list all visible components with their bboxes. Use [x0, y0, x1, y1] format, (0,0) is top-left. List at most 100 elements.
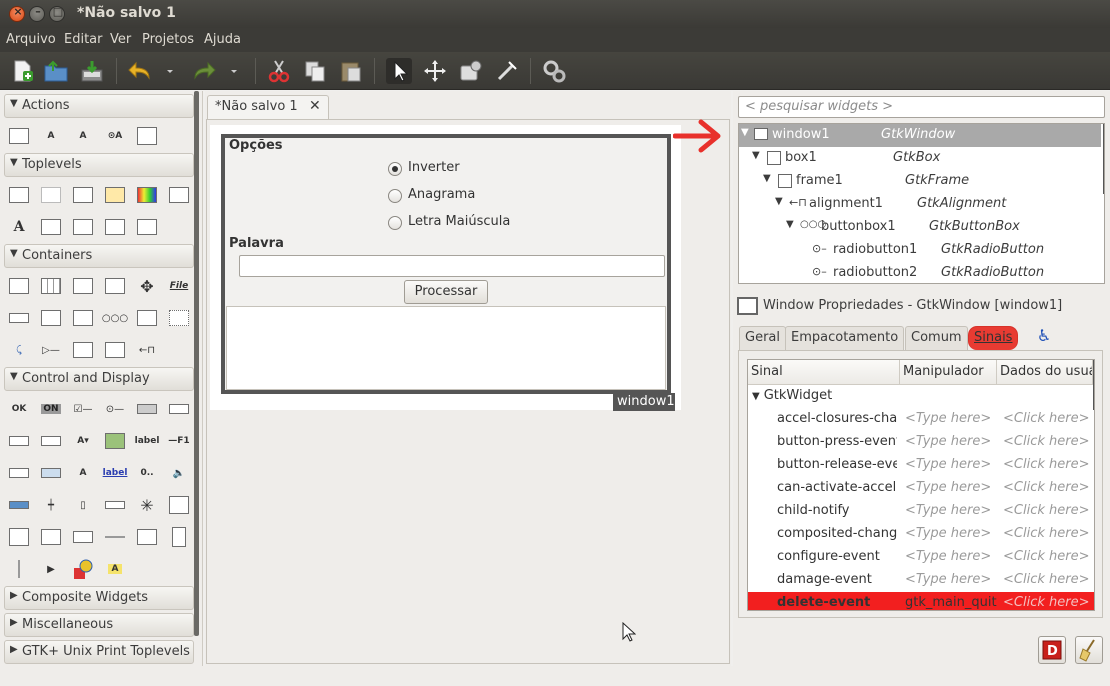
calendar-icon[interactable] [71, 526, 95, 548]
radio-anagrama[interactable] [388, 189, 402, 203]
signal-handler-field[interactable]: <Type here> [905, 434, 991, 449]
new-file-icon[interactable] [9, 58, 35, 84]
tree-scrollbar[interactable] [1103, 124, 1104, 194]
volume-button-icon[interactable]: 🔈 [167, 462, 191, 484]
palette-scrollbar[interactable] [194, 91, 199, 636]
color-button-icon[interactable]: A [71, 462, 95, 484]
expander-open-icon[interactable]: ▼ [763, 173, 771, 184]
tree-row[interactable]: ▼ ←⊓ alignment1 GtkAlignment [739, 193, 1101, 216]
signal-row[interactable]: composited-changed <Type here> <Click he… [748, 523, 1094, 546]
close-window-button[interactable]: × [9, 5, 25, 22]
palette-section-control-display[interactable]: ▼ Control and Display [4, 367, 194, 391]
signal-data-field[interactable]: <Click here> [1003, 526, 1089, 541]
signal-handler-field[interactable]: <Type here> [905, 480, 991, 495]
signal-row[interactable]: damage-event <Type here> <Click here> [748, 569, 1094, 592]
assistant-icon[interactable] [135, 216, 159, 238]
document-tab[interactable]: *Não salvo 1 ✕ [207, 95, 329, 119]
arrow-icon[interactable]: ▶ [39, 558, 63, 580]
vertical-scale-icon[interactable]: ┿ [39, 494, 63, 516]
tab-geral[interactable]: Geral [739, 326, 786, 350]
signal-handler-field[interactable]: <Type here> [905, 503, 991, 518]
window-icon[interactable] [7, 184, 31, 206]
fixed-icon[interactable]: ✥ [135, 275, 159, 297]
toggle-button-icon[interactable]: ON [39, 398, 63, 420]
debug-button[interactable]: D [1038, 636, 1066, 664]
radio-inverter[interactable] [388, 162, 402, 176]
combo-box-icon[interactable] [7, 430, 31, 452]
signal-handler-field[interactable]: <Type here> [905, 526, 991, 541]
open-folder-icon[interactable] [43, 58, 69, 84]
icon-view-icon[interactable] [39, 526, 63, 548]
tree-row[interactable]: ▼ window1 GtkWindow [739, 124, 1101, 147]
table-icon[interactable] [167, 307, 191, 329]
signal-group-row[interactable]: ▼ GtkWidget [748, 385, 1094, 408]
combo-box-text-icon[interactable] [39, 430, 63, 452]
signal-data-field[interactable]: <Click here> [1003, 549, 1089, 564]
output-text-view[interactable] [226, 306, 666, 390]
signal-row[interactable]: button-release-event <Type here> <Click … [748, 454, 1094, 477]
signal-data-field[interactable]: <Click here> [1003, 434, 1089, 449]
palette-section-misc[interactable]: ▶ Miscellaneous [4, 613, 194, 637]
recent-chooser-icon[interactable] [103, 216, 127, 238]
redo-dropdown-icon[interactable] [227, 58, 241, 84]
toolbar-container-icon[interactable] [7, 307, 31, 329]
save-icon[interactable] [79, 58, 105, 84]
design-canvas[interactable]: Opções Inverter Anagrama Letra Maiúscula… [206, 119, 730, 664]
tree-row[interactable]: ▼ ○○○ buttonbox1 GtkButtonBox [739, 216, 1101, 239]
widget-search-input[interactable]: < pesquisar widgets > [738, 96, 1105, 118]
drawing-area-icon[interactable] [135, 526, 159, 548]
designed-window[interactable]: Opções Inverter Anagrama Letra Maiúscula… [221, 134, 671, 394]
expander-open-icon[interactable]: ▼ [775, 196, 783, 207]
frame-icon[interactable] [103, 275, 127, 297]
signal-handler-field[interactable]: <Type here> [905, 549, 991, 564]
scale-button-icon[interactable]: 0.. [135, 462, 159, 484]
tree-row[interactable]: ▼ box1 GtkBox [739, 147, 1101, 170]
signal-data-field[interactable]: <Click here> [1003, 572, 1089, 587]
dialog-icon[interactable] [71, 184, 95, 206]
accessibility-tab-icon[interactable]: ♿ [1033, 326, 1055, 350]
shapes-icon[interactable] [71, 558, 95, 580]
menu-editar[interactable]: Editar [64, 32, 103, 47]
clear-button[interactable] [1075, 636, 1103, 664]
link-button-icon[interactable]: label [103, 462, 128, 484]
notebook-icon[interactable] [71, 275, 95, 297]
progress-bar-icon[interactable] [7, 494, 31, 516]
accel-label-icon[interactable]: —F1 [167, 430, 191, 452]
palette-section-toplevels[interactable]: ▼ Toplevels [4, 153, 194, 177]
app-chooser-icon[interactable] [71, 216, 95, 238]
vertical-scrollbar-icon[interactable]: ▯ [71, 494, 95, 516]
signal-data-field[interactable]: <Click here> [1003, 480, 1089, 495]
signal-handler-field[interactable]: gtk_main_quit [905, 595, 997, 610]
horizontal-scrollbar-icon[interactable] [103, 494, 127, 516]
font-button-icon[interactable] [39, 462, 63, 484]
message-dialog-icon[interactable] [103, 184, 127, 206]
menu-widget-icon[interactable] [167, 526, 191, 548]
expander-open-icon[interactable]: ▼ [741, 127, 749, 138]
radio-button-widget-icon[interactable]: ⊙— [103, 398, 127, 420]
status-label-icon[interactable]: A [103, 558, 127, 580]
column-header-dados[interactable]: Dados do usuário [997, 360, 1093, 385]
signal-handler-field[interactable]: <Type here> [905, 457, 991, 472]
signal-row[interactable]: accel-closures-changed <Type here> <Clic… [748, 408, 1094, 431]
scrolled-window-icon[interactable] [103, 339, 127, 361]
entry-widget-icon[interactable] [167, 398, 191, 420]
undo-dropdown-icon[interactable] [163, 58, 177, 84]
paned-icon[interactable] [71, 307, 95, 329]
text-view-icon[interactable] [167, 494, 191, 516]
check-button-icon[interactable]: ☑— [71, 398, 95, 420]
signal-row[interactable]: button-press-event <Type here> <Click he… [748, 431, 1094, 454]
expander-open-icon[interactable]: ▼ [752, 391, 760, 402]
about-dialog-icon[interactable] [39, 216, 63, 238]
signal-data-field[interactable]: <Click here> [1003, 595, 1089, 610]
edit-wand-icon[interactable] [494, 58, 520, 84]
signal-data-field[interactable]: <Click here> [1003, 503, 1089, 518]
processar-button[interactable]: Processar [404, 280, 488, 304]
preferences-gear-icon[interactable] [541, 58, 567, 84]
tab-empacotamento[interactable]: Empacotamento [785, 326, 905, 350]
tab-comum[interactable]: Comum [905, 326, 968, 350]
toggle-action-icon[interactable]: A [39, 125, 63, 147]
signal-row[interactable]: child-notify <Type here> <Click here> [748, 500, 1094, 523]
recent-action-icon[interactable]: ⊙A [103, 125, 127, 147]
action-icon[interactable] [7, 125, 31, 147]
signal-data-field[interactable]: <Click here> [1003, 411, 1089, 426]
